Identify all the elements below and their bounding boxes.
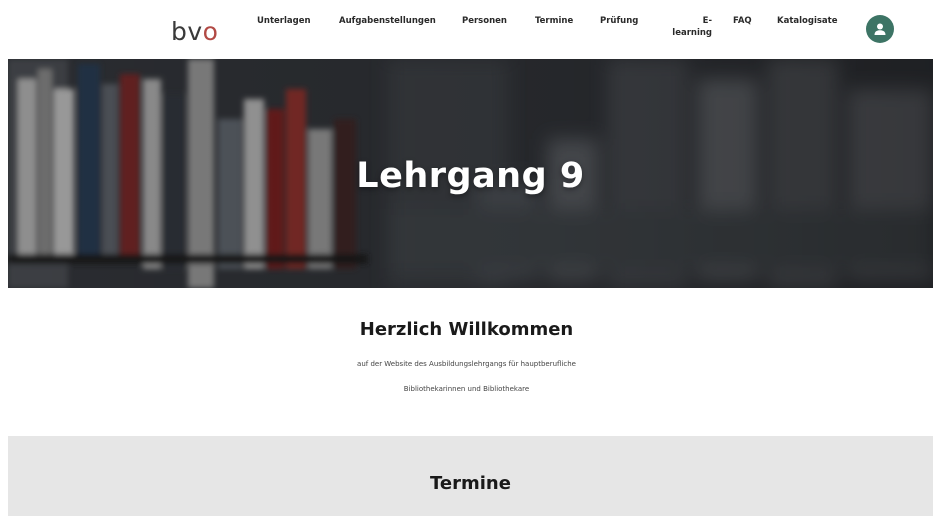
welcome-text-line1: auf der Website des Ausbildungslehrgangs…	[357, 360, 576, 368]
nav-unterlagen[interactable]: Unterlagen	[257, 15, 311, 27]
nav-katalogisate[interactable]: Katalogisate	[777, 15, 838, 27]
nav-elearning-line2: learning	[672, 28, 712, 38]
nav-elearning[interactable]: E- learning	[667, 15, 712, 39]
termine-section: Termine	[8, 436, 933, 516]
nav-termine[interactable]: Termine	[535, 15, 573, 27]
welcome-section: Herzlich Willkommen auf der Website des …	[0, 288, 933, 436]
hero-banner: Lehrgang 9	[8, 59, 933, 288]
site-header: bv o Unterlagen Aufgabenstellungen Person…	[0, 0, 933, 59]
welcome-heading: Herzlich Willkommen	[359, 319, 574, 340]
nav-pruefung[interactable]: Prüfung	[600, 15, 638, 27]
logo-accent: o	[202, 17, 219, 46]
user-account-button[interactable]	[866, 15, 894, 43]
user-icon	[874, 23, 886, 35]
site-logo[interactable]: bv o	[171, 10, 218, 46]
nav-faq[interactable]: FAQ	[733, 15, 752, 27]
hero-title: Lehrgang 9	[356, 155, 585, 196]
nav-aufgabenstellungen[interactable]: Aufgabenstellungen	[339, 15, 436, 27]
nav-personen[interactable]: Personen	[462, 15, 507, 27]
logo-text: bv	[171, 17, 203, 46]
welcome-text-line2: Bibliothekarinnen und Bibliothekare	[403, 385, 530, 393]
nav-elearning-line1: E-	[702, 16, 712, 26]
termine-heading: Termine	[430, 473, 511, 494]
